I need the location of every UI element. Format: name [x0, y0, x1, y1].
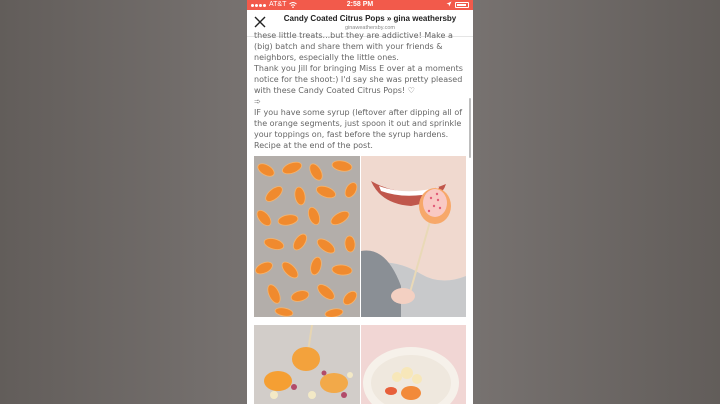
battery-icon — [455, 2, 469, 8]
location-icon — [446, 1, 452, 7]
arrow-glyph: ➾ — [254, 97, 261, 106]
status-time: 2:58 PM — [346, 1, 374, 8]
article-paragraph: these little treats...but they are addic… — [254, 31, 453, 62]
status-bar: AT&T 2:58 PM — [247, 0, 473, 10]
status-right — [446, 0, 469, 8]
phone-screen: AT&T 2:58 PM Candy Coated Citrus Pops » … — [247, 0, 473, 404]
article-paragraph: Thank you Jill for bringing Miss E over … — [254, 64, 463, 95]
blurred-background-right — [473, 0, 720, 404]
close-icon[interactable] — [253, 15, 267, 29]
page-title: Candy Coated Citrus Pops » gina weathers… — [283, 14, 457, 23]
photo-orange-segments — [254, 156, 360, 317]
article-paragraph: IF you have some syrup (leftover after d… — [254, 108, 463, 150]
photo-dish — [361, 325, 466, 404]
photo-child-with-pop — [361, 156, 466, 317]
scrollbar[interactable] — [469, 98, 471, 158]
photo-candied-pops — [254, 325, 360, 404]
article-body: these little treats...but they are addic… — [254, 30, 466, 151]
blurred-background-left — [0, 0, 247, 404]
